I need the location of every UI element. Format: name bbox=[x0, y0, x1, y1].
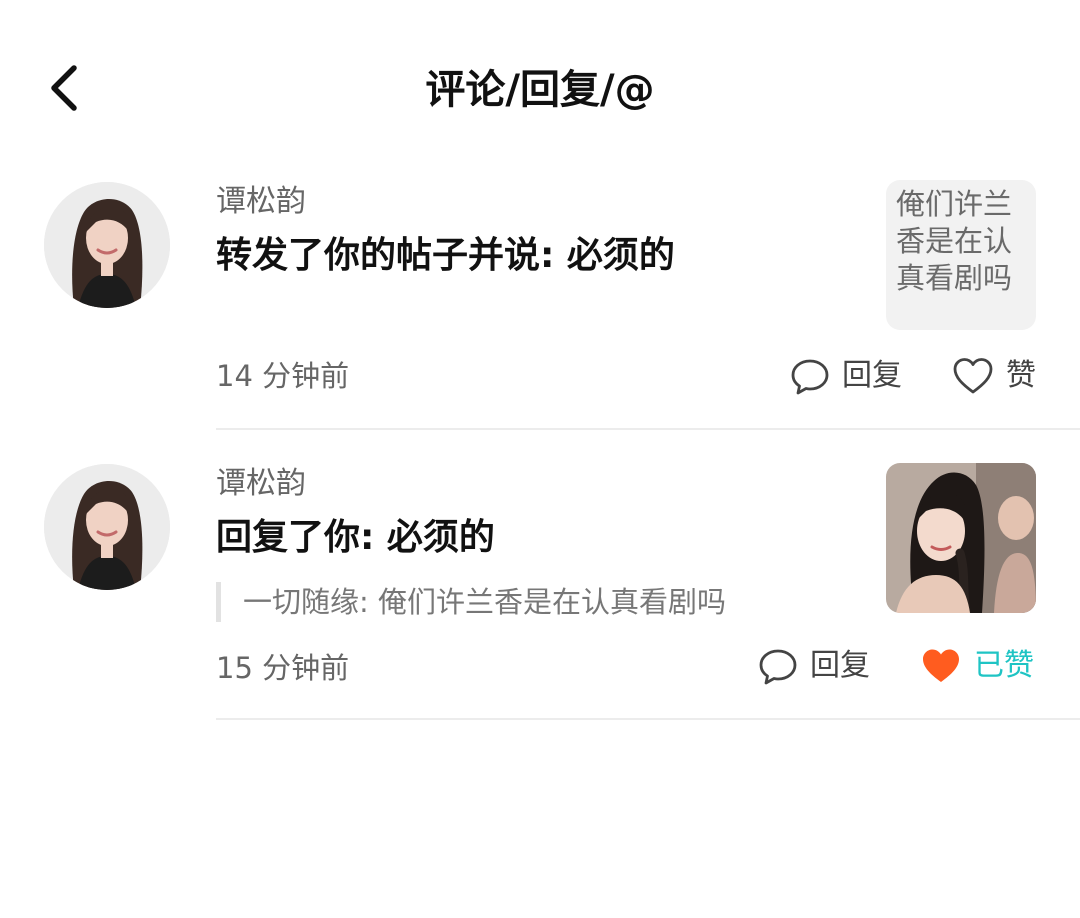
post-thumbnail-photo bbox=[886, 463, 1036, 613]
reply-button[interactable]: 回复 bbox=[790, 354, 902, 398]
notification-item[interactable]: 谭松韵 回复了你: 必须的 一切随缘: 俺们许兰香是在认真看剧吗 15 分钟前 … bbox=[0, 462, 1080, 720]
timestamp: 15 分钟前 bbox=[216, 651, 350, 685]
username[interactable]: 谭松韵 bbox=[216, 182, 306, 222]
like-label: 赞 bbox=[1006, 358, 1036, 393]
timestamp: 14 分钟前 bbox=[216, 359, 350, 393]
heart-outline-icon bbox=[953, 358, 993, 394]
divider bbox=[216, 718, 1080, 720]
comment-bubble-icon bbox=[791, 359, 829, 395]
divider bbox=[216, 428, 1080, 430]
post-preview[interactable]: 俺们许兰香是在认真看剧吗 bbox=[886, 180, 1036, 330]
avatar-photo bbox=[44, 464, 170, 590]
avatar[interactable] bbox=[44, 464, 170, 590]
like-button[interactable]: 赞 bbox=[952, 354, 1036, 398]
comment-bubble-icon bbox=[759, 649, 797, 685]
notification-message: 转发了你的帖子并说: 必须的 bbox=[216, 235, 675, 276]
like-label: 已赞 bbox=[974, 648, 1034, 683]
notification-item[interactable]: 谭松韵 转发了你的帖子并说: 必须的 俺们许兰香是在认真看剧吗 14 分钟前 回… bbox=[0, 180, 1080, 430]
reply-label: 回复 bbox=[810, 648, 870, 683]
page-title: 评论/回复/@ bbox=[425, 67, 655, 113]
reply-button[interactable]: 回复 bbox=[758, 644, 870, 688]
notification-message: 回复了你: 必须的 bbox=[216, 517, 495, 558]
post-thumbnail[interactable] bbox=[886, 463, 1036, 613]
like-button[interactable]: 已赞 bbox=[920, 644, 1034, 688]
avatar[interactable] bbox=[44, 182, 170, 308]
reply-label: 回复 bbox=[842, 358, 902, 393]
top-bar: 评论/回复/@ bbox=[0, 0, 1080, 180]
username[interactable]: 谭松韵 bbox=[216, 464, 306, 504]
quoted-comment[interactable]: 一切随缘: 俺们许兰香是在认真看剧吗 bbox=[216, 582, 726, 622]
avatar-photo bbox=[44, 182, 170, 308]
heart-filled-icon bbox=[923, 649, 959, 682]
